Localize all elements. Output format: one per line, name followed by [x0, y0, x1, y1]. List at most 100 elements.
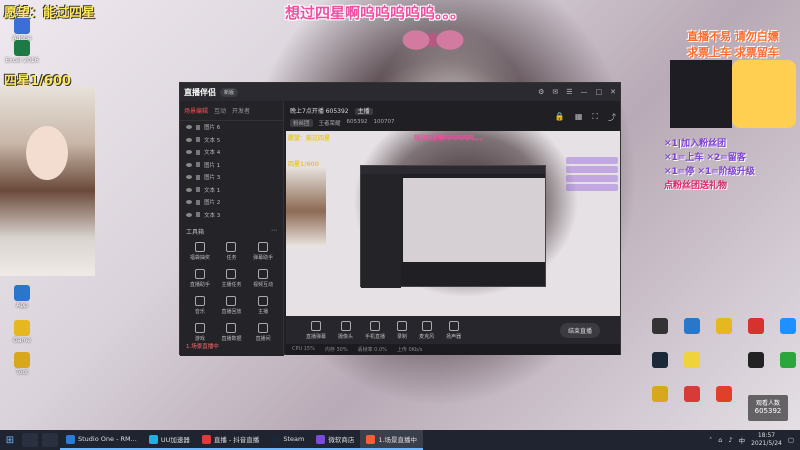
desktop-icon-adobe[interactable]: Adobe — [2, 18, 42, 42]
tab-scene-edit[interactable]: 场景编辑 — [184, 106, 208, 115]
eye-icon[interactable] — [186, 162, 192, 167]
lock-icon[interactable] — [196, 174, 200, 180]
xbox-icon — [780, 352, 796, 368]
desktop-icon-app[interactable]: App — [2, 285, 42, 309]
layer-item[interactable]: 图片 6 — [180, 121, 283, 134]
minimize-icon[interactable]: — — [581, 88, 588, 96]
tool-lottery[interactable]: 福袋抽奖 — [184, 242, 216, 261]
desktop-icon-game[interactable]: Game — [2, 320, 42, 344]
eye-icon[interactable] — [186, 175, 192, 180]
layer-item[interactable]: 文本 4 — [180, 146, 283, 159]
fan-club-tag[interactable]: 粉丝团 — [290, 119, 313, 127]
live-preview[interactable]: 想过四星啊呜呜呜呜呜。。。 愿望：能过四星 四星1/600 — [286, 131, 620, 316]
desktop-icon-excel[interactable]: Excel 2016 — [2, 40, 42, 64]
eye-icon[interactable] — [186, 187, 192, 192]
layer-item[interactable]: 文本 5 — [180, 134, 283, 147]
layer-item[interactable]: 图片 2 — [180, 196, 283, 209]
scene-live-button[interactable]: 1.场景直播中 — [186, 342, 219, 350]
lock-icon[interactable] — [196, 124, 200, 130]
maximize-icon[interactable]: □ — [596, 88, 603, 96]
eye-icon[interactable] — [186, 212, 192, 217]
taskbar-app-douyin[interactable]: 直播 - 抖音直播 — [195, 430, 266, 450]
phone-live-button[interactable]: 手机直播 — [365, 320, 385, 340]
speaker-button[interactable]: 扬声器 — [446, 320, 461, 340]
app-icon — [652, 386, 668, 402]
task-view-icon[interactable] — [42, 433, 58, 447]
app-icon — [14, 285, 30, 301]
taskbar-app-steam[interactable]: Steam — [265, 430, 311, 450]
tab-developer[interactable]: 开发者 — [232, 106, 250, 115]
tab-interact[interactable]: 互动 — [214, 106, 226, 115]
tool-anchor-task[interactable]: 主播任务 — [216, 269, 248, 288]
search-icon[interactable] — [22, 433, 38, 447]
tool-data[interactable]: 直播数据 — [216, 323, 248, 342]
ime-indicator[interactable]: 中 — [739, 435, 746, 445]
eye-icon[interactable] — [186, 150, 192, 155]
tool-replay[interactable]: 直播回放 — [216, 296, 248, 315]
toolbox-header: 工具箱 ⋯ — [186, 227, 277, 236]
message-icon[interactable]: ✉ — [552, 88, 558, 96]
eye-icon[interactable] — [186, 200, 192, 205]
close-icon[interactable]: ✕ — [610, 88, 616, 96]
lock-icon[interactable]: 🔒 — [555, 112, 565, 123]
notification-icon[interactable]: ▢ — [788, 436, 794, 444]
layer-item[interactable]: 文本 3 — [180, 209, 283, 222]
record-button[interactable]: 录制 — [397, 320, 408, 340]
version-badge[interactable]: 新版 — [220, 87, 239, 97]
clock[interactable]: 18:57 2021/5/24 — [751, 432, 782, 448]
layer-list: 图片 6 文本 5 文本 4 图片 1 图片 3 文本 1 图片 2 文本 3 — [180, 121, 283, 221]
layout-icon[interactable]: ▦ — [575, 112, 583, 123]
eye-icon[interactable] — [186, 125, 192, 130]
desktop-icon[interactable] — [672, 352, 712, 369]
promo-line-1: 直播不易 请勿白嫖 — [687, 30, 779, 43]
webcam-overlay — [0, 86, 95, 276]
layer-item[interactable]: 图片 3 — [180, 171, 283, 184]
taskbar-app-uu[interactable]: UU加速器 — [142, 430, 196, 450]
more-icon[interactable]: ⋯ — [271, 227, 277, 236]
lock-icon[interactable] — [196, 199, 200, 205]
tray-expand-icon[interactable]: ˄ — [709, 436, 712, 444]
taskbar-app-live-companion[interactable]: 1.场景直播中 — [360, 430, 424, 450]
settings-icon[interactable]: ⚙ — [538, 88, 544, 96]
taskbar-app-studio-one[interactable]: Studio One - RM... — [60, 430, 143, 450]
eye-icon[interactable] — [186, 137, 192, 142]
lock-icon[interactable] — [196, 149, 200, 155]
taskbar-app-store[interactable]: 微软商店 — [310, 430, 361, 450]
lock-icon[interactable] — [196, 162, 200, 168]
record-icon — [397, 320, 408, 331]
promo-dark-box — [670, 60, 732, 128]
network-icon[interactable]: ⌂ — [718, 436, 722, 444]
share-icon[interactable]: ⤴ — [608, 112, 616, 123]
viewer-count-widget: 观看人数 605392 — [748, 395, 788, 421]
tool-icon — [14, 352, 30, 368]
speaker-icon — [448, 320, 459, 331]
desktop-icon[interactable] — [768, 318, 800, 335]
tool-room[interactable]: 直播间 — [247, 323, 279, 342]
tool-music[interactable]: 音乐 — [184, 296, 216, 315]
tool-danmu[interactable]: 弹幕助手 — [247, 242, 279, 261]
lock-icon[interactable] — [196, 187, 200, 193]
game-tag[interactable]: 王者荣耀 — [319, 119, 341, 127]
gift-bar — [566, 175, 618, 182]
lock-icon[interactable] — [196, 212, 200, 218]
lock-icon[interactable] — [196, 137, 200, 143]
camera-button[interactable]: 摄像头 — [338, 320, 353, 340]
desktop-icon-tool[interactable]: Tool — [2, 352, 42, 376]
danmu-button[interactable]: 直播弹幕 — [306, 320, 326, 340]
desktop-icon[interactable] — [768, 352, 800, 369]
tool-assistant[interactable]: 直播助手 — [184, 269, 216, 288]
start-button[interactable]: ⊞ — [0, 430, 20, 450]
tool-game[interactable]: 游戏 — [184, 323, 216, 342]
end-live-button[interactable]: 结束直播 — [559, 322, 600, 338]
menu-icon[interactable]: ☰ — [566, 88, 572, 96]
desktop-icon[interactable] — [704, 386, 744, 403]
volume-icon[interactable]: ♪ — [728, 436, 732, 444]
layer-item[interactable]: 文本 1 — [180, 184, 283, 197]
tool-task[interactable]: 任务 — [216, 242, 248, 261]
tool-video[interactable]: 视频互动 — [247, 269, 279, 288]
steam-icon — [271, 434, 281, 444]
tool-anchor[interactable]: 主播 — [247, 296, 279, 315]
layer-item[interactable]: 图片 1 — [180, 159, 283, 172]
mic-button[interactable]: 麦克风 — [419, 320, 434, 340]
fullscreen-icon[interactable]: ⛶ — [592, 112, 598, 123]
